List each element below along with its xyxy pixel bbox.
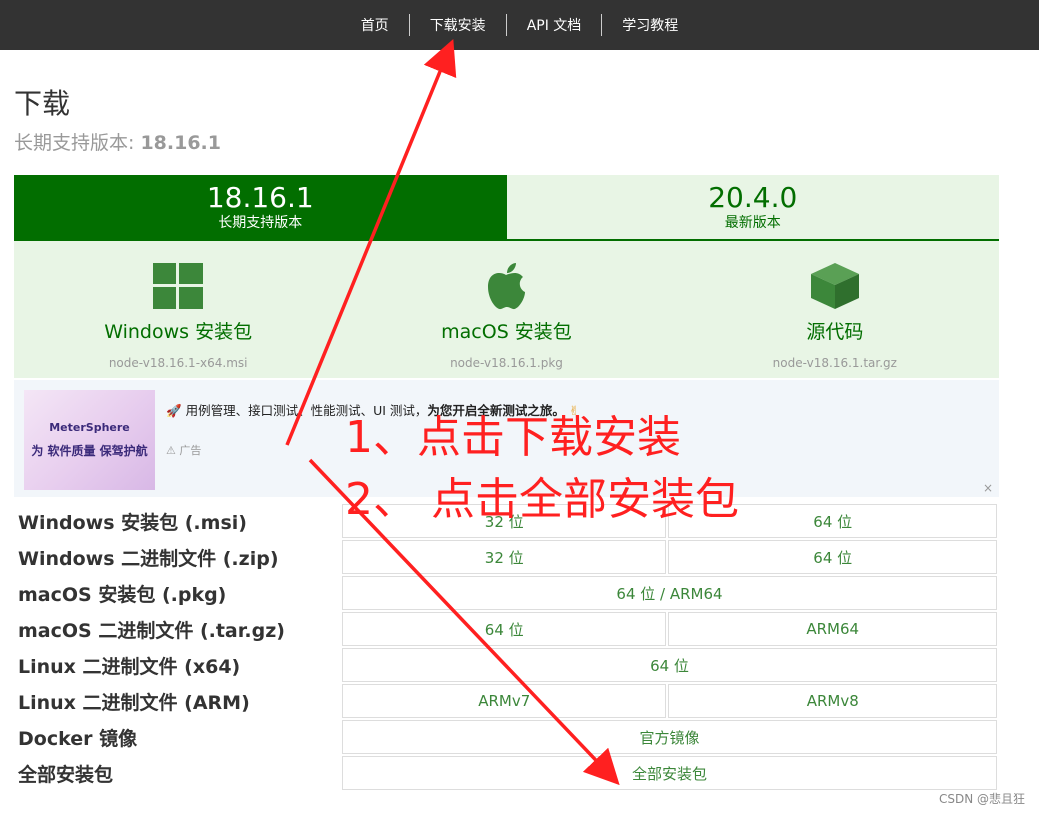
ad-tag: ⚠ 广告 xyxy=(166,442,201,458)
lts-prefix: 长期支持版本: xyxy=(14,132,141,154)
download-link[interactable]: 64 位 xyxy=(342,648,997,682)
nav-download[interactable]: 下载安装 xyxy=(410,15,506,35)
installer-source-file: node-v18.16.1.tar.gz xyxy=(772,356,897,370)
installer-windows-label: Windows 安装包 xyxy=(104,321,253,343)
table-row: macOS 安装包 (.pkg) 64 位 / ARM64 xyxy=(16,576,997,610)
table-row: macOS 二进制文件 (.tar.gz) 64 位 ARM64 xyxy=(16,612,997,646)
table-row: Linux 二进制文件 (ARM) ARMv7 ARMv8 xyxy=(16,684,997,718)
installer-windows[interactable]: Windows 安装包 node-v18.16.1-x64.msi xyxy=(14,241,342,378)
ad-slogan: 为 软件质量 保驾护航 xyxy=(31,444,148,458)
downloads-table: Windows 安装包 (.msi) 32 位 64 位 Windows 二进制… xyxy=(14,502,999,792)
annotation-step2: 2、 点击全部安装包 xyxy=(345,474,739,525)
tab-lts[interactable]: 18.16.1 长期支持版本 xyxy=(14,175,507,239)
rocket-icon: 🚀 xyxy=(166,403,182,418)
download-link[interactable]: 64 位 / ARM64 xyxy=(342,576,997,610)
download-link[interactable]: ARMv8 xyxy=(668,684,997,718)
tab-current-version: 20.4.0 xyxy=(708,181,798,214)
windows-icon xyxy=(153,261,204,311)
row-label: Windows 安装包 (.msi) xyxy=(18,511,247,534)
row-label: Linux 二进制文件 (x64) xyxy=(18,655,241,678)
table-row: Windows 二进制文件 (.zip) 32 位 64 位 xyxy=(16,540,997,574)
annotation-step1: 1、点击下载安装 xyxy=(345,412,681,463)
row-label: macOS 安装包 (.pkg) xyxy=(18,583,227,606)
nav-tutorials[interactable]: 学习教程 xyxy=(602,15,698,35)
ad-brand: MeterSphere xyxy=(49,421,130,434)
source-box-icon xyxy=(809,261,861,311)
row-label: Linux 二进制文件 (ARM) xyxy=(18,691,250,714)
watermark: CSDN @悲且狂 xyxy=(938,792,1025,806)
installer-macos-label: macOS 安装包 xyxy=(441,321,572,343)
tab-lts-label: 长期支持版本 xyxy=(218,215,303,231)
row-label: macOS 二进制文件 (.tar.gz) xyxy=(18,619,285,642)
download-link[interactable]: 官方镜像 xyxy=(342,720,997,754)
row-label: 全部安装包 xyxy=(18,763,114,786)
download-link[interactable]: 32 位 xyxy=(342,540,667,574)
download-link[interactable]: 64 位 xyxy=(342,612,667,646)
installer-macos-file: node-v18.16.1.pkg xyxy=(450,356,563,370)
installers-panel: Windows 安装包 node-v18.16.1-x64.msi macOS … xyxy=(14,241,999,378)
table-row: Linux 二进制文件 (x64) 64 位 xyxy=(16,648,997,682)
installer-source-label: 源代码 xyxy=(806,321,864,343)
nav-api-docs[interactable]: API 文档 xyxy=(507,15,602,35)
tab-current-label: 最新版本 xyxy=(724,215,781,231)
table-row: Docker 镜像 官方镜像 xyxy=(16,720,997,754)
lts-version-line: 长期支持版本: 18.16.1 xyxy=(14,128,221,155)
version-tabs: 18.16.1 长期支持版本 20.4.0 最新版本 xyxy=(14,175,999,241)
lts-version: 18.16.1 xyxy=(140,132,221,154)
ad-tag-icon: ⚠ xyxy=(166,444,176,457)
tab-lts-version: 18.16.1 xyxy=(206,181,314,214)
ad-tag-label: 广告 xyxy=(179,444,202,457)
download-link[interactable]: ARMv7 xyxy=(342,684,667,718)
tab-current[interactable]: 20.4.0 最新版本 xyxy=(506,175,999,239)
row-label: Docker 镜像 xyxy=(18,727,138,750)
page-title: 下载 xyxy=(14,87,71,120)
ad-image[interactable]: MeterSphere 为 软件质量 保驾护航 xyxy=(24,390,155,490)
row-label: Windows 二进制文件 (.zip) xyxy=(18,547,279,570)
installer-source[interactable]: 源代码 node-v18.16.1.tar.gz xyxy=(671,241,999,378)
download-link[interactable]: ARM64 xyxy=(668,612,997,646)
download-all-link[interactable]: 全部安装包 xyxy=(342,756,997,790)
nav-home[interactable]: 首页 xyxy=(341,15,409,35)
download-link[interactable]: 64 位 xyxy=(668,540,997,574)
installer-macos[interactable]: macOS 安装包 node-v18.16.1.pkg xyxy=(342,241,670,378)
installer-windows-file: node-v18.16.1-x64.msi xyxy=(108,356,248,370)
ad-close-button[interactable]: × xyxy=(983,481,993,495)
top-nav: 首页 下载安装 API 文档 学习教程 xyxy=(0,0,1039,50)
apple-icon xyxy=(484,261,528,311)
table-row: 全部安装包 全部安装包 xyxy=(16,756,997,790)
